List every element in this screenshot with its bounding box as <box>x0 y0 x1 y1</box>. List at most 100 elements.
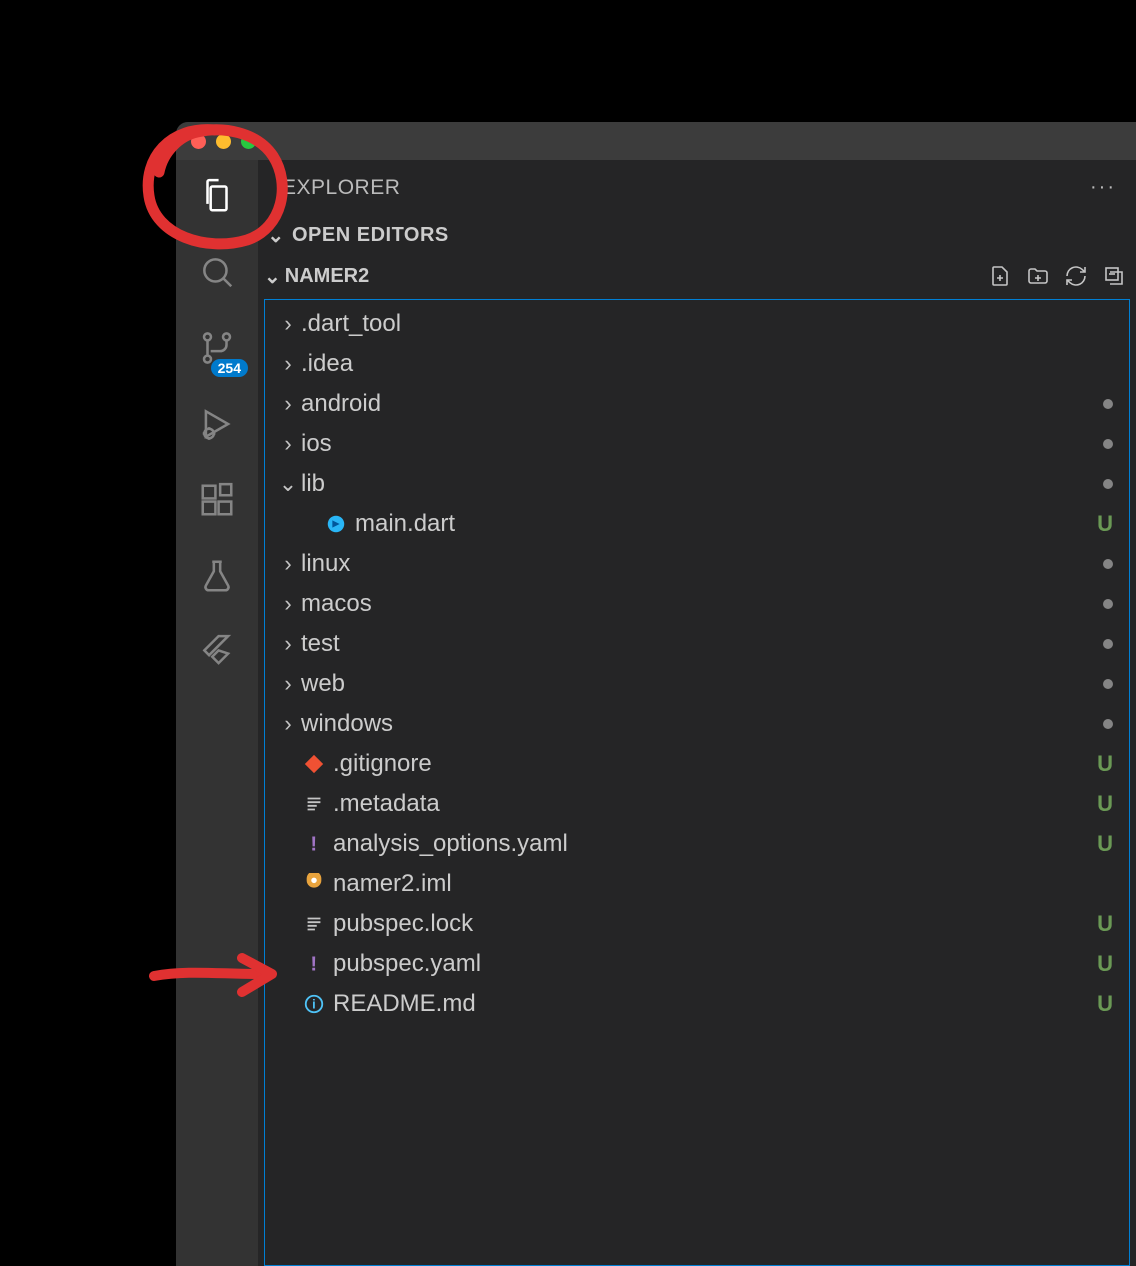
modified-dot-icon <box>1103 439 1113 449</box>
tree-item-label: .idea <box>301 350 1113 378</box>
refresh-icon[interactable] <box>1064 264 1088 288</box>
tree-item-label: pubspec.lock <box>333 910 1097 938</box>
tree-item-label: .metadata <box>333 790 1097 818</box>
window-zoom-button[interactable] <box>241 134 256 149</box>
flutter-icon[interactable] <box>196 631 238 673</box>
git-icon <box>301 751 327 777</box>
tree-item-label: main.dart <box>355 510 1097 538</box>
window-minimize-button[interactable] <box>216 134 231 149</box>
folder--idea[interactable]: ›.idea <box>265 344 1129 384</box>
chevron-right-icon: › <box>275 551 301 577</box>
source-control-icon[interactable]: 254 <box>196 327 238 369</box>
tree-item-label: ios <box>301 430 1103 458</box>
tree-item-label: android <box>301 390 1103 418</box>
chevron-right-icon: › <box>275 631 301 657</box>
svg-text:!: ! <box>310 953 317 975</box>
chevron-right-icon: › <box>275 671 301 697</box>
window-body: 254 <box>176 160 1136 1266</box>
open-editors-label: OPEN EDITORS <box>292 224 449 247</box>
folder-linux[interactable]: ›linux <box>265 544 1129 584</box>
yaml-icon: ! <box>301 831 327 857</box>
chevron-down-icon: ⌄ <box>264 264 281 289</box>
info-icon: i <box>301 991 327 1017</box>
untracked-badge: U <box>1097 951 1113 977</box>
chevron-right-icon: › <box>275 591 301 617</box>
source-control-badge: 254 <box>211 359 248 377</box>
svg-text:!: ! <box>310 833 317 855</box>
chevron-right-icon: › <box>275 711 301 737</box>
chevron-down-icon: ⌄ <box>275 471 301 497</box>
collapse-all-icon[interactable] <box>1102 264 1126 288</box>
file--metadata[interactable]: .metadataU <box>265 784 1129 824</box>
modified-dot-icon <box>1103 639 1113 649</box>
untracked-badge: U <box>1097 511 1113 537</box>
tree-item-label: .dart_tool <box>301 310 1113 338</box>
extensions-icon[interactable] <box>196 479 238 521</box>
modified-dot-icon <box>1103 679 1113 689</box>
tree-item-label: namer2.iml <box>333 870 1113 898</box>
tree-item-label: macos <box>301 590 1103 618</box>
tree-item-label: README.md <box>333 990 1097 1018</box>
testing-icon[interactable] <box>196 555 238 597</box>
file--gitignore[interactable]: .gitignoreU <box>265 744 1129 784</box>
tree-item-label: analysis_options.yaml <box>333 830 1097 858</box>
chevron-right-icon: › <box>275 351 301 377</box>
untracked-badge: U <box>1097 831 1113 857</box>
project-actions <box>988 264 1126 288</box>
tree-item-label: .gitignore <box>333 750 1097 778</box>
tree-item-label: lib <box>301 470 1103 498</box>
search-icon[interactable] <box>196 251 238 293</box>
run-debug-icon[interactable] <box>196 403 238 445</box>
titlebar <box>176 122 1136 160</box>
modified-dot-icon <box>1103 399 1113 409</box>
activity-bar: 254 <box>176 160 258 1266</box>
modified-dot-icon <box>1103 559 1113 569</box>
tree-item-label: pubspec.yaml <box>333 950 1097 978</box>
folder--dart-tool[interactable]: ›.dart_tool <box>265 304 1129 344</box>
window-close-button[interactable] <box>191 134 206 149</box>
svg-text:i: i <box>312 997 316 1012</box>
project-label: NAMER2 <box>285 265 369 288</box>
dart-icon <box>323 511 349 537</box>
tree-item-label: test <box>301 630 1103 658</box>
sidebar-more-icon[interactable]: ··· <box>1090 176 1116 199</box>
file-readme-md[interactable]: i README.mdU <box>265 984 1129 1024</box>
new-file-icon[interactable] <box>988 264 1012 288</box>
modified-dot-icon <box>1103 479 1113 489</box>
lines-icon <box>301 911 327 937</box>
folder-ios[interactable]: ›ios <box>265 424 1129 464</box>
modified-dot-icon <box>1103 599 1113 609</box>
untracked-badge: U <box>1097 791 1113 817</box>
explorer-icon[interactable] <box>196 175 238 217</box>
folder-web[interactable]: ›web <box>265 664 1129 704</box>
tree-item-label: linux <box>301 550 1103 578</box>
untracked-badge: U <box>1097 751 1113 777</box>
folder-android[interactable]: ›android <box>265 384 1129 424</box>
untracked-badge: U <box>1097 991 1113 1017</box>
file-analysis-options-yaml[interactable]: ! analysis_options.yamlU <box>265 824 1129 864</box>
new-folder-icon[interactable] <box>1026 264 1050 288</box>
folder-windows[interactable]: ›windows <box>265 704 1129 744</box>
chevron-right-icon: › <box>275 391 301 417</box>
tree-item-label: windows <box>301 710 1103 738</box>
vscode-window: 254 <box>176 122 1136 1266</box>
file-tree: ›.dart_tool›.idea›android›ios⌄libmain.da… <box>264 299 1130 1266</box>
chevron-right-icon: › <box>275 311 301 337</box>
file-pubspec-yaml[interactable]: ! pubspec.yamlU <box>265 944 1129 984</box>
sidebar-title: EXPLORER <box>282 176 400 200</box>
chevron-right-icon: › <box>275 431 301 457</box>
file-pubspec-lock[interactable]: pubspec.lockU <box>265 904 1129 944</box>
explorer-sidebar: EXPLORER ··· ⌄ OPEN EDITORS ⌄ NAMER2 <box>258 160 1136 1266</box>
folder-lib[interactable]: ⌄lib <box>265 464 1129 504</box>
open-editors-section[interactable]: ⌄ OPEN EDITORS <box>258 215 1136 255</box>
chevron-down-icon: ⌄ <box>264 223 288 248</box>
yaml-icon: ! <box>301 951 327 977</box>
sidebar-header: EXPLORER ··· <box>258 160 1136 215</box>
file-namer2-iml[interactable]: namer2.iml <box>265 864 1129 904</box>
folder-test[interactable]: ›test <box>265 624 1129 664</box>
untracked-badge: U <box>1097 911 1113 937</box>
iml-icon <box>301 871 327 897</box>
project-section[interactable]: ⌄ NAMER2 <box>258 255 1136 297</box>
file-main-dart[interactable]: main.dartU <box>265 504 1129 544</box>
folder-macos[interactable]: ›macos <box>265 584 1129 624</box>
